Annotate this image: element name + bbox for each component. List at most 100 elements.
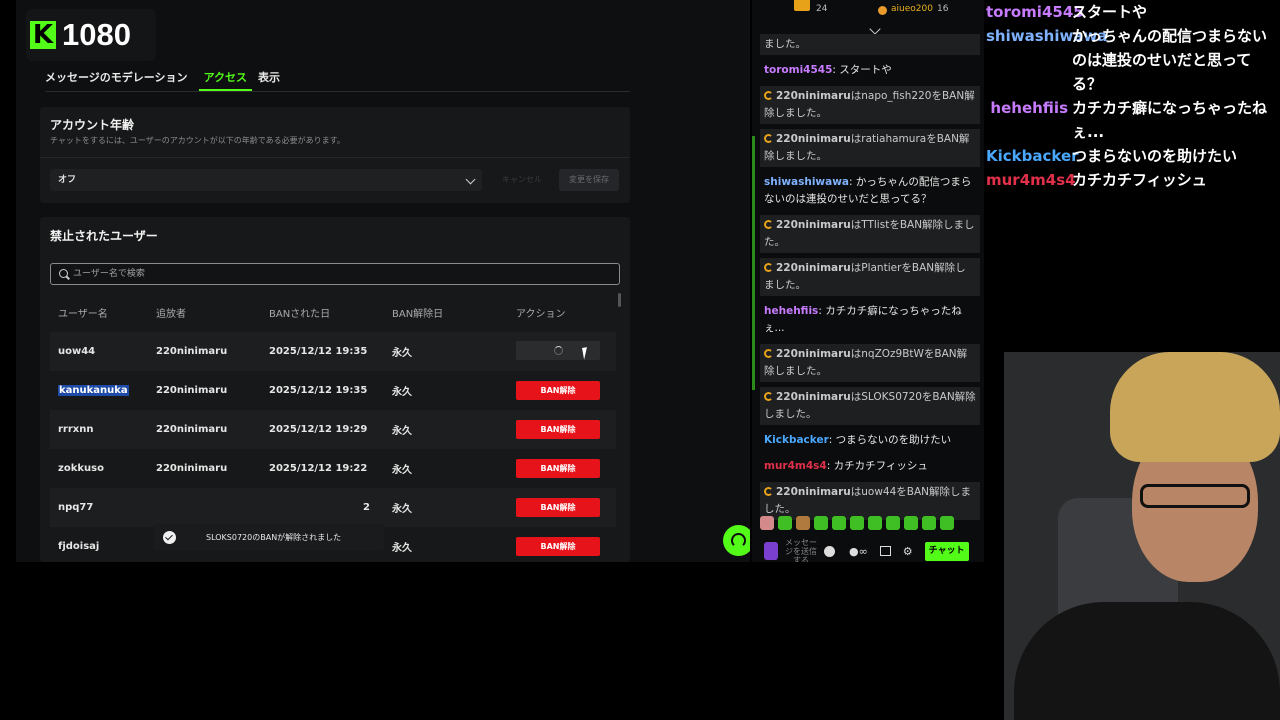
banned-users-card: 禁止されたユーザー ユーザー名 追放者 BANされた日 BAN解除日 アクション… (40, 217, 630, 562)
stream-overlay-chat: toromi4545 スタートや shiwashiwawa かっちゃんの配信つまらない… (986, 0, 1280, 192)
unban-button[interactable]: BAN解除 (516, 498, 600, 517)
row-unban-date: 永久 (392, 426, 412, 437)
emote-icon[interactable] (886, 516, 900, 530)
overlay-chat-line: mur4m4s4 カチカチフィッシュ (986, 168, 1280, 192)
row-unban-date: 永久 (392, 348, 412, 359)
table-row: zokkuso 220ninimaru 2025/12/12 19:22 永久 … (50, 449, 616, 488)
search-input[interactable] (73, 264, 613, 284)
chat-separator: : (826, 460, 834, 472)
account-age-select[interactable]: オフ (50, 169, 482, 191)
tab-display[interactable]: 表示 (258, 64, 285, 91)
chat-accent-bar (752, 136, 755, 390)
top-user[interactable]: aiueo200 (891, 4, 933, 14)
chat-top-bar: 24 aiueo200 16 (752, 0, 984, 35)
chat-text: ました。 (764, 38, 806, 50)
store-icon[interactable] (879, 546, 891, 556)
chat-username[interactable]: 220ninimaru (776, 262, 851, 274)
check-circle-icon (163, 531, 176, 544)
chat-message: shiwashiwawa: かっちゃんの配信つまらないのは連投のせいだと思ってる… (760, 172, 980, 210)
chat-system-message: 220ninimaruはSLOKS0720をBAN解除しました。 (760, 387, 980, 425)
overlay-text: スタートや (1072, 3, 1148, 21)
chat-username[interactable]: mur4m4s4 (764, 460, 827, 472)
chat-username[interactable]: 220ninimaru (776, 486, 851, 498)
emote-icon[interactable] (940, 516, 954, 530)
row-ban-date: 2025/12/12 19:22 (269, 463, 368, 474)
moderator-icon (764, 263, 773, 272)
emote-icon[interactable] (868, 516, 882, 530)
overlay-text: かっちゃんの配信つまらないのは連投のせいだと思ってる？ (1072, 27, 1268, 93)
emote-icon[interactable] (850, 516, 864, 530)
chat-username[interactable]: toromi4545 (764, 64, 832, 76)
table-scrollbar[interactable] (618, 293, 621, 307)
tab-message-moderation[interactable]: メッセージのモデレーション (45, 64, 193, 91)
unban-button[interactable]: BAN解除 (516, 459, 600, 478)
settings-tabs: メッセージのモデレーション アクセス 表示 (45, 64, 630, 92)
moderator-icon (764, 349, 773, 358)
emote-icon[interactable] (760, 516, 774, 530)
emoji-icon[interactable] (824, 545, 835, 557)
save-changes-button[interactable]: 変更を保存 (559, 169, 619, 191)
banned-users-table: ユーザー名 追放者 BANされた日 BAN解除日 アクション uow44 220… (50, 293, 616, 562)
chat-username[interactable]: hehehfiis (764, 305, 818, 317)
overlay-chat-line: Kickbacker つまらないのを助けたい (986, 144, 1280, 168)
column-header-unban-date: BAN解除日 (392, 309, 444, 320)
infinity-icon[interactable]: ●∞ (849, 545, 868, 558)
chevron-down-icon[interactable] (869, 23, 881, 35)
table-row: uow44 220ninimaru 2025/12/12 19:35 永久 (50, 332, 616, 371)
chat-username[interactable]: 220ninimaru (776, 348, 851, 360)
unban-button[interactable]: BAN解除 (516, 420, 600, 439)
emote-icon[interactable] (832, 516, 846, 530)
chat-username[interactable]: 220ninimaru (776, 90, 851, 102)
microphone-icon[interactable] (764, 542, 778, 560)
overlay-chat-line: hehehfiis カチカチ癖になっちゃったねぇ... (986, 96, 1280, 144)
chat-input[interactable]: メッセージを送信する (782, 538, 820, 563)
user-search (50, 263, 620, 285)
column-header-username: ユーザー名 (58, 309, 108, 320)
stream-resolution-badge: K 1080 (26, 9, 156, 61)
webcam-shirt (1014, 602, 1280, 720)
chat-separator: : (828, 434, 836, 446)
unban-button[interactable]: BAN解除 (516, 537, 600, 556)
chat-separator: : (849, 176, 856, 188)
row-ban-date: 2025/12/12 19:29 (269, 424, 368, 435)
webcam-hair (1110, 352, 1280, 462)
overlay-text: つまらないのを助けたい (1072, 147, 1238, 165)
overlay-chat-line: shiwashiwawa かっちゃんの配信つまらないのは連投のせいだと思ってる？ (986, 24, 1280, 96)
chat-username[interactable]: 220ninimaru (776, 391, 851, 403)
row-ban-date: 2025/12/12 19:35 (269, 385, 368, 396)
row-ban-date: 2 (363, 502, 370, 513)
unban-button[interactable]: BAN解除 (516, 381, 600, 400)
emote-icon[interactable] (778, 516, 792, 530)
gear-icon[interactable]: ⚙ (903, 545, 913, 558)
spinner-icon (554, 345, 563, 355)
account-age-title: アカウント年齢 (50, 118, 135, 132)
chat-send-button[interactable]: チャット (924, 541, 969, 561)
overlay-username: toromi4545 (986, 3, 1084, 21)
tab-access[interactable]: アクセス (198, 64, 253, 91)
emote-icon[interactable] (814, 516, 828, 530)
chat-username[interactable]: 220ninimaru (776, 219, 851, 231)
account-age-subtitle: チャットをするには、ユーザーのアカウントが以下の年齢である必要があります。 (50, 136, 345, 145)
emote-icon[interactable] (904, 516, 918, 530)
divider (40, 157, 630, 158)
row-username: uow44 (58, 346, 96, 357)
chat-username[interactable]: 220ninimaru (776, 133, 851, 145)
emote-icon[interactable] (796, 516, 810, 530)
chat-system-message: 220ninimaruはTTlistをBAN解除しました。 (760, 215, 980, 253)
chat-username[interactable]: shiwashiwawa (764, 176, 849, 188)
chat-system-message: 220ninimaruはPlantierをBAN解除しました。 (760, 258, 980, 296)
column-header-ban-date: BANされた日 (269, 309, 331, 320)
resolution-label: 1080 (62, 17, 131, 52)
badge-icon (878, 6, 887, 15)
cancel-button[interactable]: キャンセル (493, 169, 551, 191)
moderator-icon (764, 91, 773, 100)
emote-icon[interactable] (922, 516, 936, 530)
row-username: npq77 (58, 502, 94, 513)
webcam-glasses (1140, 484, 1250, 508)
chat-text: つまらないのを助けたい (835, 434, 952, 446)
chat-username[interactable]: Kickbacker (764, 434, 829, 446)
moderator-icon (764, 487, 773, 496)
table-row: rrrxnn 220ninimaru 2025/12/12 19:29 永久 B… (50, 410, 616, 449)
row-unban-date: 永久 (392, 543, 412, 554)
help-button[interactable] (723, 525, 750, 556)
